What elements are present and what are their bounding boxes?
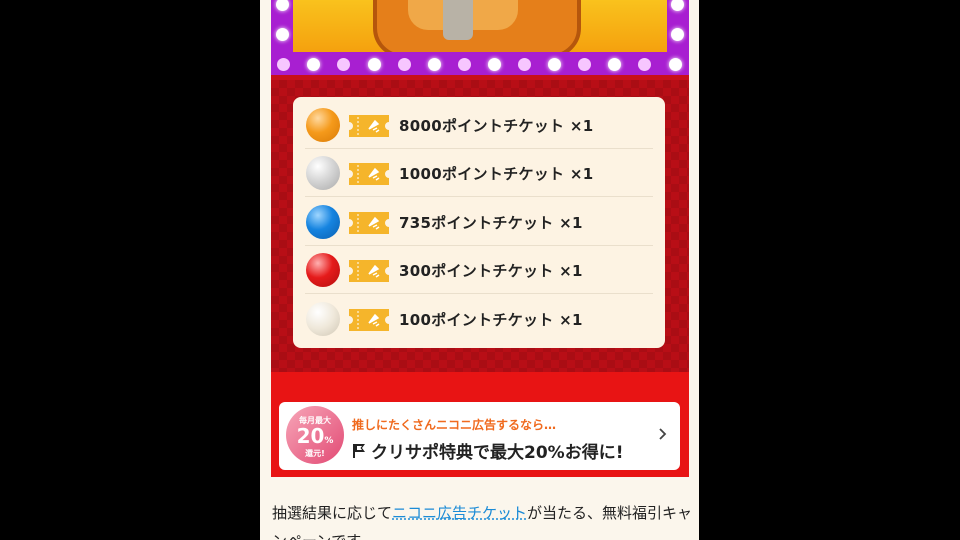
marquee-bulb	[277, 58, 290, 71]
orange-ball-icon	[306, 108, 340, 142]
marquee-bulb	[398, 58, 411, 71]
lock-icon	[443, 0, 473, 40]
prize-label: 1000ポイントチケット ×1	[399, 165, 594, 183]
white-ball-icon	[306, 302, 340, 336]
promo-title-text: クリサポ特典で最大20%お得に!	[371, 443, 624, 463]
prize-row: 1000ポイントチケット ×1	[293, 149, 665, 197]
blue-ball-icon	[306, 205, 340, 239]
description-text: が当たる、無料福引キャ	[527, 504, 693, 522]
marquee-bulb	[669, 58, 682, 71]
nicoad-ticket-link[interactable]: ニコニ広告チケット	[392, 504, 527, 522]
promo-band: 毎月最大 20% 還元! 推しにたくさんニコニ広告するなら… クリサポ特典で最大…	[271, 372, 689, 477]
badge-percent-sign: %	[324, 436, 334, 446]
page-content: 8000ポイントチケット ×1 1000ポイントチケット ×1 735ポイントチ…	[260, 0, 699, 540]
marquee-bulb	[276, 0, 289, 11]
badge-number: 20	[296, 424, 325, 448]
ticket-icon	[349, 115, 389, 137]
promo-title: クリサポ特典で最大20%お得に!	[352, 438, 623, 463]
prize-row: 100ポイントチケット ×1	[293, 295, 665, 343]
lottery-box-image	[293, 0, 667, 52]
chevron-right-icon	[659, 428, 667, 440]
badge-percent: 20%	[286, 424, 344, 448]
prize-list: 8000ポイントチケット ×1 1000ポイントチケット ×1 735ポイントチ…	[293, 97, 665, 348]
discount-badge: 毎月最大 20% 還元!	[286, 406, 344, 464]
crisapo-promo-banner[interactable]: 毎月最大 20% 還元! 推しにたくさんニコニ広告するなら… クリサポ特典で最大…	[279, 402, 680, 470]
marquee-bulb	[671, 28, 684, 41]
marquee-bulb	[608, 58, 621, 71]
marquee-bulb	[428, 58, 441, 71]
divider	[305, 293, 653, 294]
ticket-icon	[349, 260, 389, 282]
marquee-bulb	[518, 58, 531, 71]
marquee-bulb	[307, 58, 320, 71]
ticket-icon	[349, 212, 389, 234]
marquee-bulb	[458, 58, 471, 71]
prize-label: 8000ポイントチケット ×1	[399, 117, 594, 135]
prize-label: 100ポイントチケット ×1	[399, 311, 583, 329]
prize-label: 300ポイントチケット ×1	[399, 262, 583, 280]
divider	[305, 196, 653, 197]
red-ball-icon	[306, 253, 340, 287]
lottery-banner: 8000ポイントチケット ×1 1000ポイントチケット ×1 735ポイントチ…	[271, 0, 689, 477]
marquee-bulb	[548, 58, 561, 71]
ticket-icon	[349, 163, 389, 185]
marquee-bulb	[578, 58, 591, 71]
prize-row: 300ポイントチケット ×1	[293, 246, 665, 294]
marquee-bulb	[337, 58, 350, 71]
prize-row: 735ポイントチケット ×1	[293, 198, 665, 246]
badge-bottom-text: 還元!	[305, 449, 325, 458]
marquee-frame	[271, 0, 689, 75]
promo-subtitle: 推しにたくさんニコニ広告するなら…	[352, 418, 557, 432]
prize-row: 8000ポイントチケット ×1	[293, 101, 665, 149]
marquee-bulb	[276, 28, 289, 41]
prize-label: 735ポイントチケット ×1	[399, 214, 583, 232]
description-line-2: ンペーンです。	[272, 530, 375, 540]
description-line-1: 抽選結果に応じてニコニ広告チケットが当たる、無料福引キャ	[272, 502, 692, 523]
flag-icon	[353, 443, 365, 458]
marquee-bulb	[671, 0, 684, 11]
description-text: 抽選結果に応じて	[272, 504, 393, 522]
marquee-bulb	[488, 58, 501, 71]
ticket-icon	[349, 309, 389, 331]
marquee-bulb	[368, 58, 381, 71]
marquee-bulb	[638, 58, 651, 71]
silver-ball-icon	[306, 156, 340, 190]
